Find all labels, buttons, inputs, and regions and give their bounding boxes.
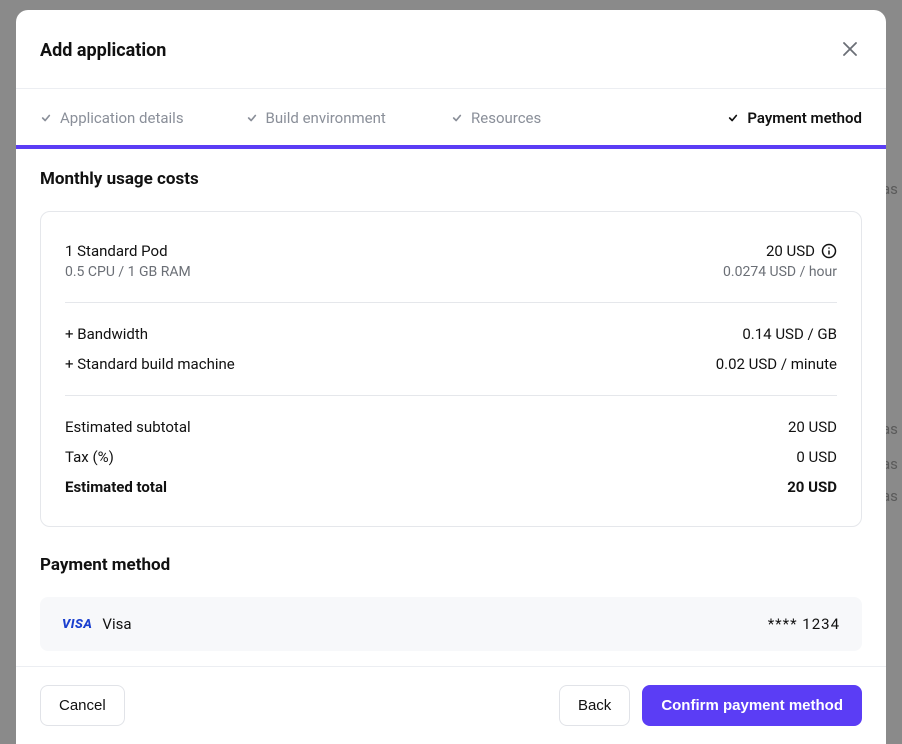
tax-value: 0 USD xyxy=(796,448,837,466)
divider xyxy=(65,302,837,303)
step-label: Build environment xyxy=(266,109,386,127)
payment-last4: **** 1234 xyxy=(768,615,840,633)
cost-row-tax: Tax (%) 0 USD xyxy=(65,442,837,472)
footer-right: Back Confirm payment method xyxy=(559,685,862,726)
pod-spec: 0.5 CPU / 1 GB RAM xyxy=(65,264,191,280)
payment-card[interactable]: VISA Visa **** 1234 xyxy=(40,597,862,651)
step-payment-method[interactable]: Payment method xyxy=(657,109,863,127)
confirm-payment-button[interactable]: Confirm payment method xyxy=(642,685,862,726)
modal-footer: Cancel Back Confirm payment method xyxy=(16,666,886,744)
modal-header: Add application xyxy=(16,10,886,89)
step-label: Payment method xyxy=(747,109,862,127)
payment-brand: Visa xyxy=(102,615,131,633)
pod-rate: 0.0274 USD / hour xyxy=(723,264,837,280)
tax-label: Tax (%) xyxy=(65,448,114,466)
payment-title: Payment method xyxy=(40,555,862,575)
bandwidth-price: 0.14 USD / GB xyxy=(742,325,837,343)
modal-title: Add application xyxy=(40,40,166,61)
cost-row-total: Estimated total 20 USD xyxy=(65,472,837,502)
close-button[interactable] xyxy=(838,38,862,62)
check-icon xyxy=(451,112,463,124)
step-label: Application details xyxy=(60,109,184,127)
cost-row-build: + Standard build machine 0.02 USD / minu… xyxy=(65,349,837,379)
modal-content: Monthly usage costs 1 Standard Pod 0.5 C… xyxy=(16,149,886,666)
pod-price: 20 USD xyxy=(766,242,815,260)
build-price: 0.02 USD / minute xyxy=(716,355,837,373)
total-value: 20 USD xyxy=(787,478,837,496)
build-label: + Standard build machine xyxy=(65,355,235,373)
payment-section: Payment method VISA Visa **** 1234 xyxy=(40,555,862,651)
subtotal-label: Estimated subtotal xyxy=(65,418,191,436)
divider xyxy=(65,395,837,396)
cost-row-bandwidth: + Bandwidth 0.14 USD / GB xyxy=(65,319,837,349)
close-icon xyxy=(843,42,857,59)
back-button[interactable]: Back xyxy=(559,685,630,726)
payment-card-left: VISA Visa xyxy=(62,615,132,633)
costs-box: 1 Standard Pod 0.5 CPU / 1 GB RAM 20 USD xyxy=(40,211,862,527)
step-resources[interactable]: Resources xyxy=(451,109,657,127)
visa-logo-icon: VISA xyxy=(62,617,92,632)
step-build-environment[interactable]: Build environment xyxy=(246,109,452,127)
total-label: Estimated total xyxy=(65,478,167,496)
check-icon xyxy=(246,112,258,124)
cancel-button[interactable]: Cancel xyxy=(40,685,125,726)
costs-title: Monthly usage costs xyxy=(40,169,862,189)
pod-name: 1 Standard Pod xyxy=(65,242,191,260)
step-label: Resources xyxy=(471,109,541,127)
check-icon xyxy=(40,112,52,124)
cost-row-pod: 1 Standard Pod 0.5 CPU / 1 GB RAM 20 USD xyxy=(65,236,837,286)
bandwidth-label: + Bandwidth xyxy=(65,325,148,343)
wizard-steps: Application details Build environment Re… xyxy=(16,89,886,149)
add-application-modal: Add application Application details Buil… xyxy=(16,10,886,744)
step-application-details[interactable]: Application details xyxy=(40,109,246,127)
cost-row-subtotal: Estimated subtotal 20 USD xyxy=(65,412,837,442)
info-icon[interactable] xyxy=(821,243,837,259)
subtotal-value: 20 USD xyxy=(788,418,837,436)
check-icon xyxy=(727,112,739,124)
